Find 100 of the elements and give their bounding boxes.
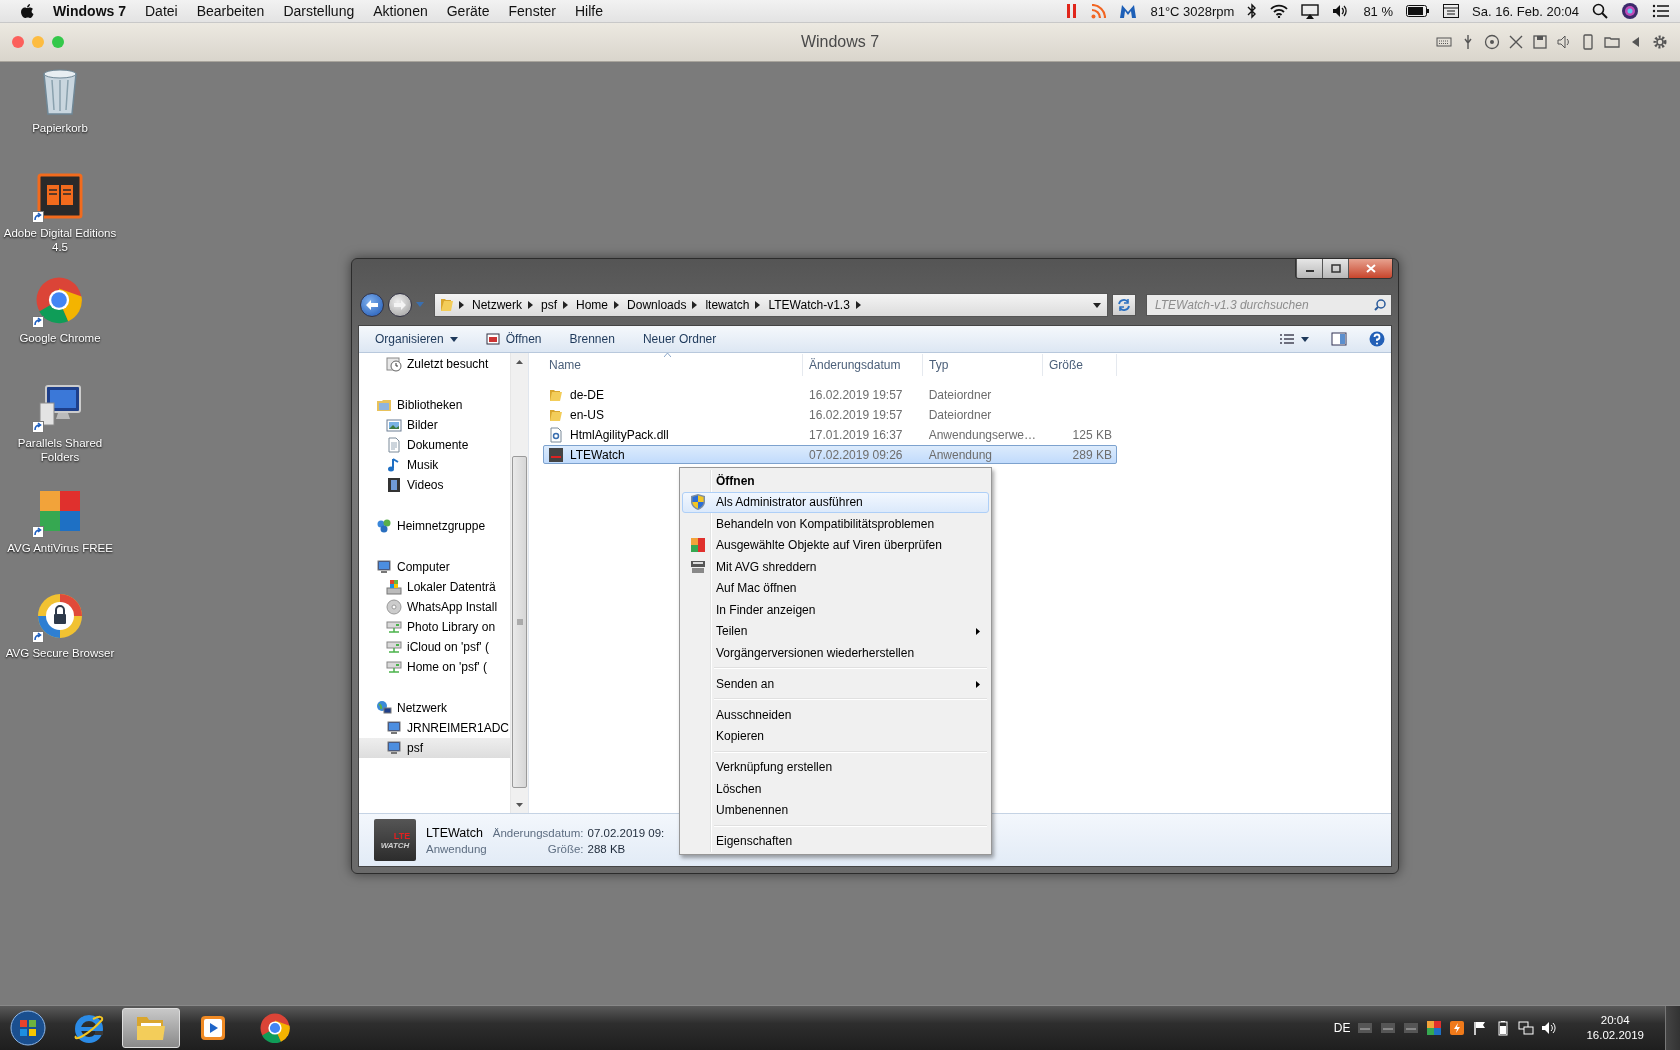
file-row[interactable]: de-DE 16.02.2019 19:57 Dateiordner (543, 385, 1117, 404)
menu-app-name[interactable]: Windows 7 (53, 3, 126, 19)
menu-item[interactable]: Vorgängerversionen wiederherstellen (682, 642, 989, 663)
menu-item[interactable]: Verknüpfung erstellen (682, 756, 989, 778)
tricolor-circle-icon (36, 277, 84, 325)
menu-item[interactable]: Ausgewählte Objekte auf Viren überprüfen (682, 534, 989, 556)
taskbar-time[interactable]: 20:04 (1600, 1013, 1630, 1028)
minimize-button[interactable] (1296, 259, 1322, 278)
nav-item[interactable]: Zuletzt besucht (359, 354, 510, 374)
desktop-icon-label[interactable]: Adobe Digital Editions 4.5 (2, 226, 118, 254)
nav-item[interactable]: Dokumente (359, 435, 510, 455)
menu-item[interactable]: Aktionen (373, 3, 428, 19)
gear-document-icon (548, 426, 564, 443)
menu-item[interactable]: Senden an (682, 673, 989, 694)
menu-item[interactable]: Hilfe (575, 3, 603, 19)
nav-item[interactable]: JRNREIMER1ADC (359, 718, 510, 738)
nav-item[interactable]: Heimnetzgruppe (359, 516, 510, 536)
battery-percent[interactable]: 81 % (1363, 3, 1394, 19)
menu-item[interactable]: Auf Mac öffnen (682, 577, 989, 599)
toolbar-button[interactable]: Organisieren (375, 332, 458, 346)
details-type: Anwendung (426, 842, 487, 855)
file-date: 07.02.2019 09:26 (809, 447, 903, 462)
breadcrumb-item[interactable]: LTEWatch-v1.3 (768, 298, 850, 312)
desktop-icon-label[interactable]: AVG Secure Browser (2, 646, 118, 660)
address-bar[interactable]: Netzwerk psf Home Downloads ltewatch LTEWatch-v1.3 (434, 293, 1108, 317)
nav-item[interactable]: Lokaler Datenträ (359, 577, 510, 597)
breadcrumb-item[interactable]: psf (541, 298, 558, 312)
colored-squares-icon (1426, 1020, 1443, 1036)
preview-pane-icon (1331, 331, 1347, 347)
refresh-button[interactable] (1112, 294, 1136, 316)
menu-item[interactable]: In Finder anzeigen (682, 599, 989, 620)
network-icon (1518, 1020, 1535, 1036)
scrollbar-thumb[interactable] (512, 456, 527, 788)
column-header[interactable]: Änderungsdatum (809, 358, 901, 372)
menu-item[interactable]: Kopieren (682, 725, 989, 747)
taskbar-date[interactable]: 16.02.2019 (1586, 1028, 1644, 1043)
forward-button[interactable] (388, 293, 412, 317)
menu-item[interactable]: Geräte (446, 3, 490, 19)
file-name: de-DE (570, 387, 604, 402)
app-tile-icon (1403, 1020, 1420, 1036)
breadcrumb-item[interactable]: ltewatch (705, 298, 750, 312)
menu-item[interactable]: Eigenschaften (682, 830, 989, 852)
sensor-reading[interactable]: 81°C 3028rpm (1150, 3, 1235, 19)
menu-item[interactable]: Löschen (682, 778, 989, 799)
language-indicator[interactable]: DE (1333, 1021, 1351, 1035)
nav-item[interactable]: Bilder (359, 415, 510, 435)
view-options-button[interactable] (1279, 333, 1309, 345)
file-row[interactable]: en-US 16.02.2019 19:57 Dateiordner (543, 405, 1117, 424)
nav-item[interactable]: Musik (359, 455, 510, 475)
desktop-icon-label[interactable]: Parallels Shared Folders (2, 436, 118, 464)
breadcrumb-arrow-icon (614, 301, 620, 309)
back-button[interactable] (360, 293, 384, 317)
menubar-clock[interactable]: Sa. 16. Feb. 20:04 (1472, 3, 1579, 19)
column-header[interactable]: Name (549, 358, 581, 372)
toolbar-button[interactable]: Brennen (569, 332, 615, 346)
menu-item[interactable]: Ausschneiden (682, 704, 989, 725)
menu-item[interactable]: Fenster (508, 3, 556, 19)
menu-item[interactable]: Bearbeiten (196, 3, 265, 19)
nav-item[interactable]: WhatsApp Install (359, 597, 510, 617)
menu-item[interactable]: Teilen (682, 620, 989, 642)
menu-item[interactable]: Umbenennen (682, 799, 989, 821)
search-field[interactable]: LTEWatch-v1.3 durchsuchen (1146, 294, 1392, 316)
close-button[interactable] (1348, 259, 1392, 278)
toolbar-button[interactable]: Öffnen (485, 332, 542, 346)
disc-icon (1484, 34, 1500, 50)
desktop-icon-label[interactable]: AVG AntiVirus FREE (2, 541, 118, 555)
column-header[interactable]: Typ (929, 358, 949, 372)
nav-item[interactable]: Videos (359, 475, 510, 495)
nav-item[interactable]: Netzwerk (359, 698, 510, 718)
file-row[interactable]: HtmlAgilityPack.dll 17.01.2019 16:37 Anwendungserwe… 125 KB (543, 425, 1117, 444)
breadcrumb-item[interactable]: Home (576, 298, 609, 312)
file-row[interactable]: LTEWatch 07.02.2019 09:26 Anwendung 289 KB (543, 445, 1117, 464)
nav-item[interactable]: Home on 'psf' ( (359, 657, 510, 677)
menu-item[interactable]: Behandeln von Kompatibilitätsproblemen (682, 513, 989, 534)
crossed-tools-icon (1508, 34, 1524, 50)
m-logo-icon (1119, 3, 1138, 19)
desktop-icon-label[interactable]: Google Chrome (2, 331, 118, 345)
menu-item[interactable]: Als Administrator ausführen (682, 491, 989, 513)
column-header[interactable]: Größe (1049, 358, 1083, 372)
breadcrumb-arrow-icon (755, 301, 761, 309)
sort-caret-icon (664, 353, 671, 357)
breadcrumb-item[interactable]: Netzwerk (472, 298, 522, 312)
breadcrumb-item[interactable]: Downloads (627, 298, 687, 312)
toolbar-button[interactable]: Neuer Ordner (642, 332, 717, 346)
nav-item[interactable]: Photo Library on (359, 617, 510, 637)
nav-item[interactable]: iCloud on 'psf' ( (359, 637, 510, 657)
caret-icon (449, 336, 458, 342)
file-size: 289 KB (1072, 447, 1112, 462)
show-desktop-button[interactable] (1665, 1006, 1680, 1050)
menu-item[interactable]: Öffnen (682, 470, 989, 491)
menu-item[interactable]: Mit AVG shreddern (682, 556, 989, 577)
menu-item[interactable]: Darstellung (283, 3, 355, 19)
nav-item[interactable]: Bibliotheken (359, 395, 510, 415)
settings-icon (1652, 34, 1668, 50)
menu-item[interactable]: Datei (145, 3, 178, 19)
desktop-icon-label[interactable]: Papierkorb (2, 121, 118, 135)
nav-item[interactable]: psf (359, 738, 510, 758)
maximize-button[interactable] (1322, 259, 1348, 278)
details-label: Größe: (546, 842, 584, 855)
nav-item[interactable]: Computer (359, 557, 510, 577)
